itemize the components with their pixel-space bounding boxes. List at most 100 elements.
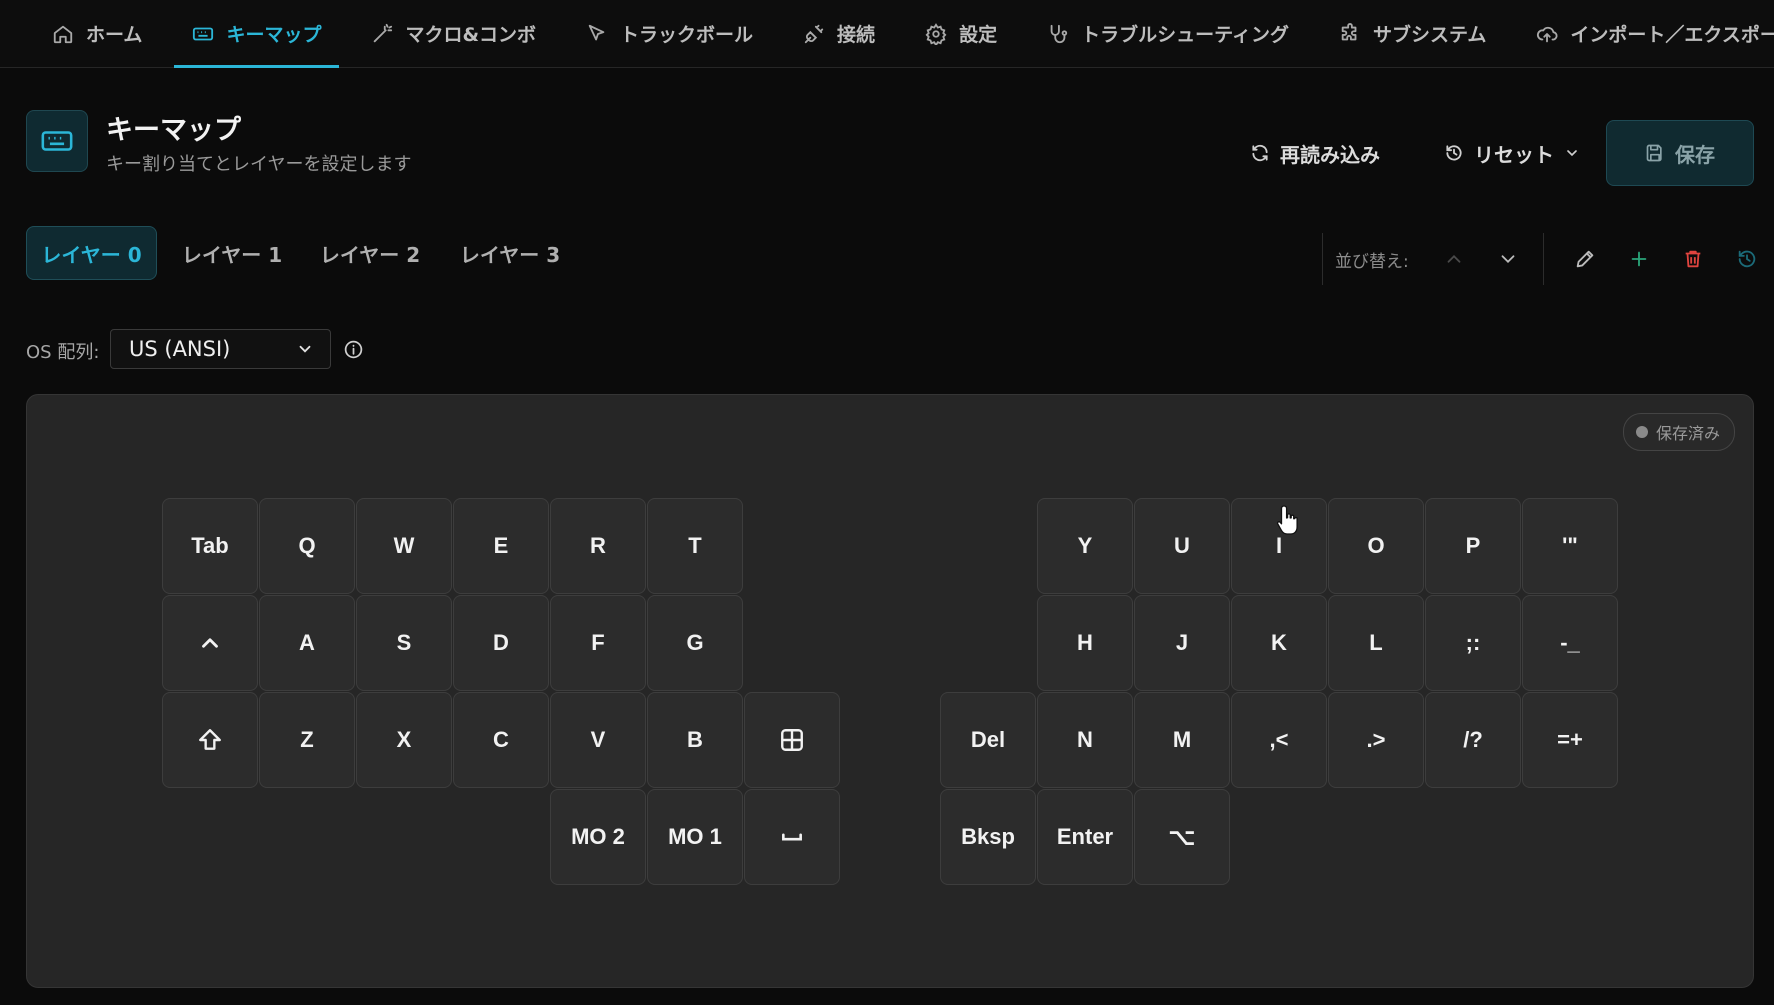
nav-connection[interactable]: 接続	[785, 0, 893, 67]
key-del[interactable]: Del	[940, 692, 1036, 788]
nav-label: トラブルシューティング	[1081, 24, 1289, 46]
save-label: 保存	[1675, 142, 1715, 167]
reset-dropdown-button[interactable]: リセット	[1444, 120, 1580, 186]
key-mo2[interactable]: MO 2	[550, 789, 646, 885]
save-button[interactable]: 保存	[1606, 120, 1754, 186]
os-layout-select[interactable]: US (ANSI)	[110, 329, 331, 369]
nav-label: ホーム	[86, 24, 143, 46]
reload-label: 再読み込み	[1280, 142, 1380, 167]
status-badge: 保存済み	[1622, 413, 1735, 451]
layer-tab-2[interactable]: レイヤー 2	[314, 226, 426, 280]
key-e[interactable]: E	[453, 498, 549, 594]
add-icon[interactable]	[1628, 248, 1650, 270]
key-p[interactable]: P	[1425, 498, 1521, 594]
key-bksp[interactable]: Bksp	[940, 789, 1036, 885]
key-a[interactable]: A	[259, 595, 355, 691]
key-win[interactable]	[744, 692, 840, 788]
nav-label: 接続	[837, 24, 876, 46]
nav-label: サブシステム	[1372, 24, 1487, 46]
move-down-icon[interactable]	[1497, 248, 1519, 270]
page-icon	[26, 110, 88, 172]
reload-button[interactable]: 再読み込み	[1250, 120, 1380, 186]
nav-label: キーマップ	[226, 24, 322, 46]
puzzle-icon	[1339, 22, 1361, 45]
key-w[interactable]: W	[356, 498, 452, 594]
key-m[interactable]: M	[1134, 692, 1230, 788]
layer-tab-1[interactable]: レイヤー 1	[176, 226, 288, 280]
layer-toolbar: 並び替え:	[1322, 232, 1758, 286]
key-period[interactable]: .>	[1328, 692, 1424, 788]
key-d[interactable]: D	[453, 595, 549, 691]
layer-tab-3[interactable]: レイヤー 3	[454, 226, 566, 280]
history-icon	[1444, 143, 1464, 163]
shift-icon	[197, 727, 223, 753]
key-x[interactable]: X	[356, 692, 452, 788]
key-k[interactable]: K	[1231, 595, 1327, 691]
key-z[interactable]: Z	[259, 692, 355, 788]
key-r[interactable]: R	[550, 498, 646, 594]
nav-label: インポート／エクスポート	[1570, 24, 1774, 46]
pencil-icon[interactable]	[1574, 248, 1596, 270]
key-t[interactable]: T	[647, 498, 743, 594]
trash-icon[interactable]	[1682, 248, 1704, 270]
key-f[interactable]: F	[550, 595, 646, 691]
magic-wand-icon	[371, 23, 393, 45]
key-minus[interactable]: -_	[1522, 595, 1618, 691]
keyboard-icon	[192, 23, 214, 45]
nav-troubleshooting[interactable]: トラブルシューティング	[1029, 0, 1307, 67]
nav-settings[interactable]: 設定	[907, 0, 1015, 67]
nav-home[interactable]: ホーム	[34, 0, 160, 67]
top-nav: ホーム キーマップ マクロ&コンボ トラックボール 接続 設定 トラブルシューテ…	[0, 0, 1774, 68]
key-h[interactable]: H	[1037, 595, 1133, 691]
nav-import-export[interactable]: インポート／エクスポート	[1518, 0, 1774, 67]
key-n[interactable]: N	[1037, 692, 1133, 788]
info-icon[interactable]	[343, 339, 364, 360]
key-slash[interactable]: /?	[1425, 692, 1521, 788]
key-q[interactable]: Q	[259, 498, 355, 594]
layer-tab-0[interactable]: レイヤー 0	[26, 226, 157, 280]
keyboard-icon	[40, 124, 74, 158]
key-o[interactable]: O	[1328, 498, 1424, 594]
key-comma[interactable]: ,<	[1231, 692, 1327, 788]
revert-icon[interactable]	[1736, 248, 1758, 270]
page-subtitle: キー割り当てとレイヤーを設定します	[106, 154, 412, 175]
stethoscope-icon	[1047, 23, 1069, 45]
key-l[interactable]: L	[1328, 595, 1424, 691]
nav-trackball[interactable]: トラックボール	[568, 0, 771, 67]
hand-cursor-icon	[1276, 504, 1302, 540]
key-j[interactable]: J	[1134, 595, 1230, 691]
key-quote[interactable]: '"	[1522, 498, 1618, 594]
key-ctrl[interactable]	[162, 595, 258, 691]
key-s[interactable]: S	[356, 595, 452, 691]
key-c[interactable]: C	[453, 692, 549, 788]
chevron-down-icon	[1564, 145, 1580, 161]
nav-subsystem[interactable]: サブシステム	[1321, 0, 1504, 67]
reset-label: リセット	[1474, 142, 1554, 167]
key-mo1[interactable]: MO 1	[647, 789, 743, 885]
key-v[interactable]: V	[550, 692, 646, 788]
key-enter[interactable]: Enter	[1037, 789, 1133, 885]
divider	[1322, 233, 1323, 285]
move-up-icon[interactable]	[1443, 248, 1465, 270]
status-dot	[1635, 426, 1648, 438]
divider	[1542, 233, 1544, 285]
nav-keymap[interactable]: キーマップ	[174, 0, 340, 68]
key-space[interactable]	[744, 789, 840, 885]
key-alt[interactable]: ⌥	[1134, 789, 1230, 885]
sort-label: 並び替え:	[1335, 251, 1409, 272]
key-equal[interactable]: =+	[1522, 692, 1618, 788]
status-label: 保存済み	[1655, 424, 1720, 443]
refresh-icon	[1250, 143, 1270, 163]
key-semicolon[interactable]: ;:	[1425, 595, 1521, 691]
nav-macro-combo[interactable]: マクロ&コンボ	[353, 0, 554, 67]
key-b[interactable]: B	[647, 692, 743, 788]
nav-label: マクロ&コンボ	[405, 24, 537, 46]
key-tab[interactable]: Tab	[162, 498, 258, 594]
key-y[interactable]: Y	[1037, 498, 1133, 594]
os-layout-label: OS 配列:	[26, 342, 100, 363]
nav-label: トラックボール	[620, 24, 754, 46]
keyboard-panel: 保存済み Tab Q W E R T A S D F G Z X C V B M…	[26, 394, 1754, 988]
key-g[interactable]: G	[647, 595, 743, 691]
key-u[interactable]: U	[1134, 498, 1230, 594]
key-shift[interactable]	[162, 692, 258, 788]
